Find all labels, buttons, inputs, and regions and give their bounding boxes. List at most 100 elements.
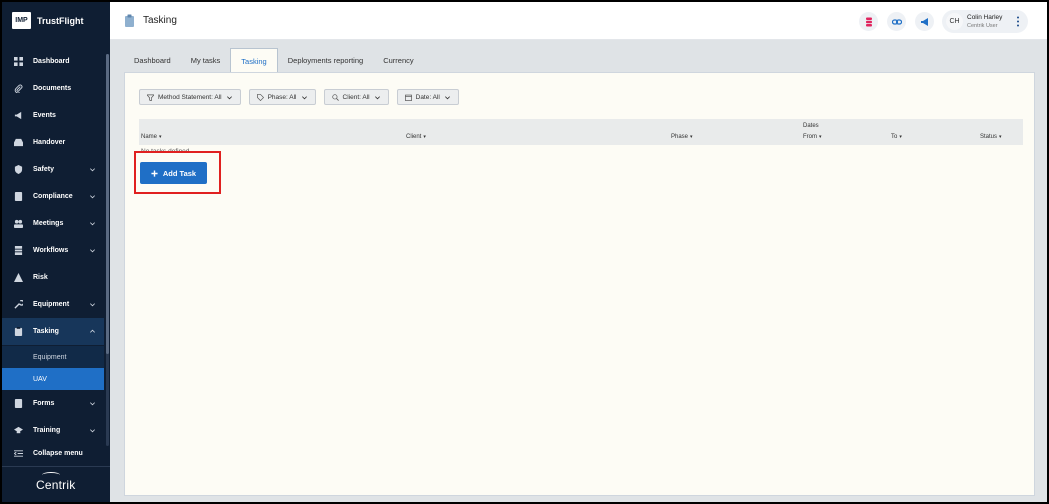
sidebar-item-label: Risk xyxy=(33,274,48,281)
tab-currency[interactable]: Currency xyxy=(373,48,423,72)
calendar-icon xyxy=(404,94,412,101)
more-vertical-icon[interactable] xyxy=(1016,16,1020,27)
filter-bar: Method Statement: All Phase: All Client:… xyxy=(139,89,459,105)
sidebar-item-label: Documents xyxy=(33,85,72,92)
main-content: Dashboard My tasks Tasking Deployments r… xyxy=(110,40,1047,502)
tasking-panel: Method Statement: All Phase: All Client:… xyxy=(124,72,1035,496)
filter-label: Method Statement: All xyxy=(158,93,222,101)
chevron-down-icon xyxy=(90,303,95,307)
sidebar-item-label: Training xyxy=(33,427,61,434)
user-role: Centrik User xyxy=(967,23,998,29)
brand-name: TrustFlight xyxy=(37,15,84,26)
column-label: From xyxy=(803,134,817,140)
sidebar-item-documents[interactable]: Documents xyxy=(2,75,104,102)
column-label: Status xyxy=(980,134,998,140)
announcements-button[interactable] xyxy=(915,12,934,31)
avatar: CH xyxy=(946,13,963,30)
brand-logo: IMP xyxy=(12,12,31,29)
sidebar-subitem-uav[interactable]: UAV xyxy=(2,368,104,390)
column-header-status[interactable]: Status ▾ xyxy=(980,134,1002,140)
people-icon xyxy=(13,219,23,229)
clipboard-icon xyxy=(124,14,135,27)
paperclip-icon xyxy=(13,84,23,94)
sidebar-item-dashboard[interactable]: Dashboard xyxy=(2,48,104,75)
date-filter[interactable]: Date: All xyxy=(396,89,459,105)
filter-label: Phase: All xyxy=(267,93,297,101)
sidebar-item-workflows[interactable]: Workflows xyxy=(2,237,104,264)
sort-caret-icon: ▾ xyxy=(690,134,693,140)
collapse-menu-button[interactable]: Collapse menu xyxy=(2,442,104,464)
shield-icon xyxy=(13,165,23,175)
sidebar-item-label: Meetings xyxy=(33,220,64,227)
tab-my-tasks[interactable]: My tasks xyxy=(181,48,231,72)
user-menu[interactable]: CH Colin Harley Centrik User xyxy=(942,10,1028,33)
tag-icon xyxy=(256,93,264,101)
table-header: Dates Name ▾ Client ▾ Phase ▾ From ▾ To ▾ Sta… xyxy=(139,119,1023,145)
dashboard-icon xyxy=(13,57,23,67)
sidebar: IMP TrustFlight Dashboard Documents Even… xyxy=(2,2,110,502)
method-statement-filter[interactable]: Method Statement: All xyxy=(139,89,241,105)
brand[interactable]: IMP TrustFlight xyxy=(12,12,84,29)
column-label: To xyxy=(891,134,898,140)
sidebar-subitem-equipment[interactable]: Equipment xyxy=(2,346,104,368)
collapse-menu-label: Collapse menu xyxy=(33,449,83,457)
sidebar-item-risk[interactable]: Risk xyxy=(2,264,104,291)
megaphone-icon xyxy=(13,111,23,121)
sidebar-item-label: Equipment xyxy=(33,301,70,308)
tab-deployments-reporting[interactable]: Deployments reporting xyxy=(278,48,373,72)
clipboard-icon xyxy=(13,327,23,337)
chevron-down-icon xyxy=(374,95,380,99)
column-header-name[interactable]: Name ▾ xyxy=(141,134,162,140)
badge-icon xyxy=(13,192,23,202)
sidebar-subitem-label: UAV xyxy=(33,375,47,383)
chevron-down-icon xyxy=(90,222,95,226)
sidebar-item-forms[interactable]: Forms xyxy=(2,390,104,417)
sidebar-item-label: Safety xyxy=(33,166,55,173)
filter-icon xyxy=(147,94,154,101)
column-header-client[interactable]: Client ▾ xyxy=(406,134,426,140)
column-label: Client xyxy=(406,134,422,140)
search-icon xyxy=(331,93,339,101)
chevron-down-icon xyxy=(90,402,95,406)
sidebar-item-training[interactable]: Training xyxy=(2,417,104,444)
inbox-icon xyxy=(13,138,23,148)
database-icon xyxy=(865,17,872,26)
sidebar-scrollbar-thumb[interactable] xyxy=(106,54,109,354)
chevron-down-icon xyxy=(90,168,95,172)
tab-dashboard[interactable]: Dashboard xyxy=(124,48,181,72)
sidebar-item-meetings[interactable]: Meetings xyxy=(2,210,104,237)
tab-tasking[interactable]: Tasking xyxy=(230,48,278,73)
client-filter[interactable]: Client: All xyxy=(323,89,389,105)
sort-caret-icon: ▾ xyxy=(999,134,1002,140)
sidebar-item-handover[interactable]: Handover xyxy=(2,129,104,156)
sidebar-item-label: Forms xyxy=(33,400,55,407)
database-button[interactable] xyxy=(859,12,878,31)
column-group-dates: Dates xyxy=(803,123,819,129)
sidebar-scrollbar[interactable] xyxy=(106,54,109,446)
filter-label: Date: All xyxy=(415,93,440,101)
workflow-icon xyxy=(13,246,23,256)
column-header-from[interactable]: From ▾ xyxy=(803,134,822,140)
phase-filter[interactable]: Phase: All xyxy=(248,89,316,105)
chevron-down-icon xyxy=(226,95,232,99)
chevron-down-icon xyxy=(90,249,95,253)
link-button[interactable] xyxy=(887,12,906,31)
sidebar-item-tasking[interactable]: Tasking xyxy=(2,318,104,345)
sort-caret-icon: ▾ xyxy=(899,134,902,140)
sidebar-item-equipment[interactable]: Equipment xyxy=(2,291,104,318)
add-task-label: Add Task xyxy=(162,168,197,178)
column-label: Phase xyxy=(671,134,689,140)
collapse-icon xyxy=(13,448,23,458)
sidebar-item-events[interactable]: Events xyxy=(2,102,104,129)
graduation-cap-icon xyxy=(13,426,23,436)
column-header-phase[interactable]: Phase ▾ xyxy=(671,134,693,140)
tab-bar: Dashboard My tasks Tasking Deployments r… xyxy=(124,48,424,73)
sidebar-item-compliance[interactable]: Compliance xyxy=(2,183,104,210)
top-header: Tasking CH Colin Harley Centrik User xyxy=(110,2,1047,40)
chevron-down-icon xyxy=(444,95,450,99)
column-header-to[interactable]: To ▾ xyxy=(891,134,902,140)
link-icon xyxy=(891,18,902,25)
add-task-button[interactable]: Add Task xyxy=(140,162,207,184)
page-title: Tasking xyxy=(143,15,177,26)
sidebar-item-safety[interactable]: Safety xyxy=(2,156,104,183)
